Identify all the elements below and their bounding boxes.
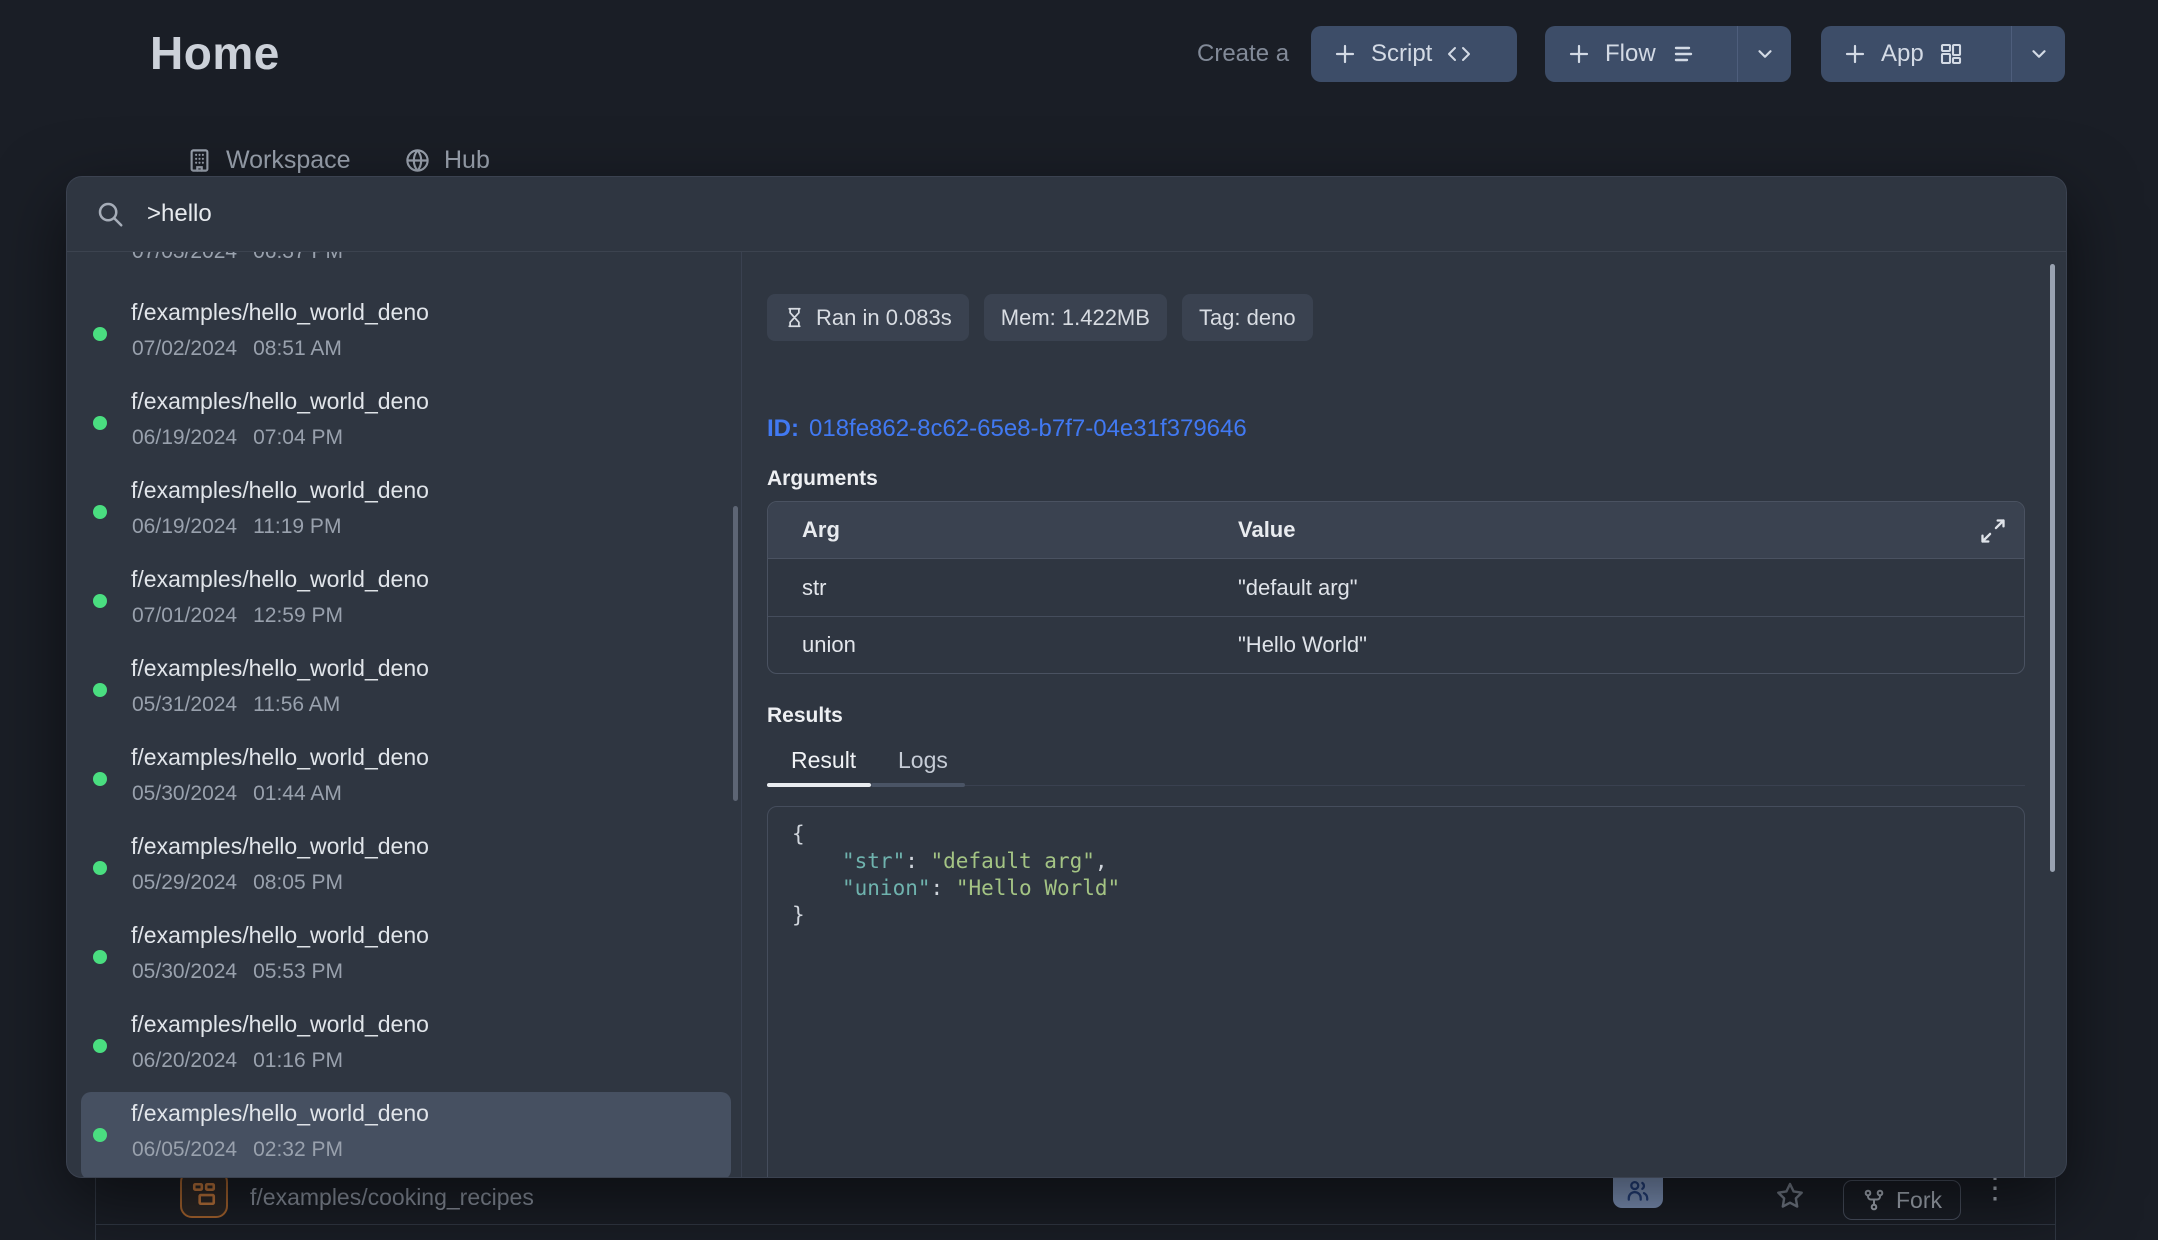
run-list-item[interactable]: f/examples/hello_world_deno 06/20/202401…: [67, 1011, 741, 1093]
success-dot-icon: [93, 1128, 107, 1142]
create-app-button: App: [1821, 26, 2065, 82]
create-script-label: Script: [1371, 40, 1432, 68]
column-arg: Arg: [802, 517, 1238, 543]
search-icon: [95, 199, 125, 229]
arguments-heading: Arguments: [767, 467, 878, 491]
detail-scrollbar-thumb[interactable]: [2050, 264, 2055, 872]
run-id-label: ID:: [767, 415, 799, 442]
success-dot-icon: [93, 683, 107, 697]
results-heading: Results: [767, 704, 843, 728]
tab-logs[interactable]: Logs: [898, 747, 948, 774]
run-list-item[interactable]: f/examples/hello_world_deno 05/30/202401…: [67, 744, 741, 826]
expand-table-button[interactable]: [1978, 516, 2008, 546]
tab-hub[interactable]: Hub: [404, 146, 490, 175]
fork-button[interactable]: Fork: [1843, 1180, 1961, 1220]
run-list-item-selected[interactable]: f/examples/hello_world_deno 06/05/202402…: [67, 1100, 741, 1178]
tab-workspace-label: Workspace: [226, 146, 351, 175]
table-row: union "Hello World": [768, 616, 2024, 673]
building-icon: [186, 147, 213, 174]
pane-divider: [741, 252, 742, 1178]
success-dot-icon: [93, 327, 107, 341]
app-grid-icon: [191, 1181, 217, 1207]
list-scrollbar-thumb[interactable]: [733, 506, 738, 801]
create-script-button-main[interactable]: Script: [1311, 26, 1494, 82]
run-list-item[interactable]: f/examples/hello_world_deno 05/29/202408…: [67, 833, 741, 915]
run-list-item[interactable]: f/examples/hello_world_deno 05/31/202411…: [67, 655, 741, 737]
success-dot-icon: [93, 950, 107, 964]
chevron-down-icon: [2028, 43, 2050, 65]
flow-bars-icon: [1670, 42, 1696, 66]
create-flow-dropdown[interactable]: [1737, 26, 1791, 82]
duration-badge: Ran in 0.083s: [767, 294, 969, 341]
star-icon: [1774, 1180, 1806, 1212]
success-dot-icon: [93, 505, 107, 519]
tab-logs-indicator: [871, 783, 965, 787]
global-search-modal: 07/03/202406:37 PM f/examples/hello_worl…: [66, 176, 2067, 1178]
tab-workspace[interactable]: Workspace: [186, 146, 351, 175]
plus-icon: [1567, 42, 1591, 66]
more-options-button[interactable]: ⋮: [1980, 1176, 2000, 1202]
plus-icon: [1333, 42, 1357, 66]
table-row: str "default arg": [768, 559, 2024, 616]
results-tabs: Result Logs: [767, 747, 2025, 791]
run-results-list: 07/03/202406:37 PM f/examples/hello_worl…: [67, 252, 741, 1178]
create-app-button-main[interactable]: App: [1821, 26, 2011, 82]
page-title: Home: [150, 26, 280, 80]
search-bar: [67, 177, 2066, 251]
success-dot-icon: [93, 861, 107, 875]
success-dot-icon: [93, 772, 107, 786]
tab-hub-label: Hub: [444, 146, 490, 175]
windmill-home-screen: Home Create a Script Flow App: [0, 0, 2158, 1240]
git-fork-icon: [1862, 1188, 1886, 1212]
run-id-value: 018fe862-8c62-65e8-b7f7-04e31f379646: [809, 415, 1247, 442]
run-list-item[interactable]: f/examples/hello_world_deno 05/30/202405…: [67, 922, 741, 1004]
create-app-dropdown[interactable]: [2011, 26, 2065, 82]
run-list-item[interactable]: f/examples/hello_world_deno 06/19/202407…: [67, 388, 741, 470]
app-row-path: f/examples/cooking_recipes: [250, 1184, 534, 1211]
create-app-label: App: [1881, 40, 1924, 68]
create-flow-button: Flow: [1545, 26, 1791, 82]
plus-icon: [1843, 42, 1867, 66]
arguments-table: Arg Value str "default arg" union "Hello…: [767, 501, 2025, 674]
run-id[interactable]: ID: 018fe862-8c62-65e8-b7f7-04e31f379646: [767, 415, 1247, 443]
tab-result-indicator: [767, 783, 871, 787]
arguments-table-header: Arg Value: [768, 502, 2024, 559]
create-flow-label: Flow: [1605, 40, 1656, 68]
run-list-item[interactable]: f/examples/hello_world_deno 07/02/202408…: [67, 299, 741, 381]
search-input[interactable]: [147, 200, 2042, 228]
create-flow-button-main[interactable]: Flow: [1545, 26, 1737, 82]
create-script-button[interactable]: Script: [1311, 26, 1517, 82]
run-list-item[interactable]: f/examples/hello_world_deno 06/19/202411…: [67, 477, 741, 559]
code-icon: [1446, 42, 1472, 66]
create-a-label: Create a: [1197, 40, 1289, 68]
dashboard-icon: [1938, 42, 1964, 66]
run-detail-panel: Ran in 0.083s Mem: 1.422MB Tag: deno ID:…: [757, 252, 2067, 1178]
success-dot-icon: [93, 416, 107, 430]
result-json-viewer: {"str": "default arg","union": "Hello Wo…: [767, 806, 2025, 1178]
globe-icon: [404, 147, 431, 174]
page-row-divider: [95, 1224, 2055, 1225]
users-icon: [1624, 1178, 1652, 1204]
run-list-item[interactable]: f/examples/hello_world_deno 07/01/202412…: [67, 566, 741, 648]
memory-badge: Mem: 1.422MB: [984, 294, 1167, 341]
success-dot-icon: [93, 594, 107, 608]
tag-badge: Tag: deno: [1182, 294, 1313, 341]
success-dot-icon: [93, 1039, 107, 1053]
run-meta-badges: Ran in 0.083s Mem: 1.422MB Tag: deno: [767, 294, 1313, 341]
tab-result[interactable]: Result: [791, 747, 856, 774]
fork-button-label: Fork: [1896, 1187, 1942, 1214]
column-value: Value: [1238, 517, 1295, 543]
hourglass-icon: [784, 306, 805, 329]
run-item-partial[interactable]: 07/03/202406:37 PM: [132, 252, 343, 264]
chevron-down-icon: [1754, 43, 1776, 65]
expand-icon: [1979, 517, 2007, 545]
favorite-star-button[interactable]: [1774, 1180, 1806, 1217]
